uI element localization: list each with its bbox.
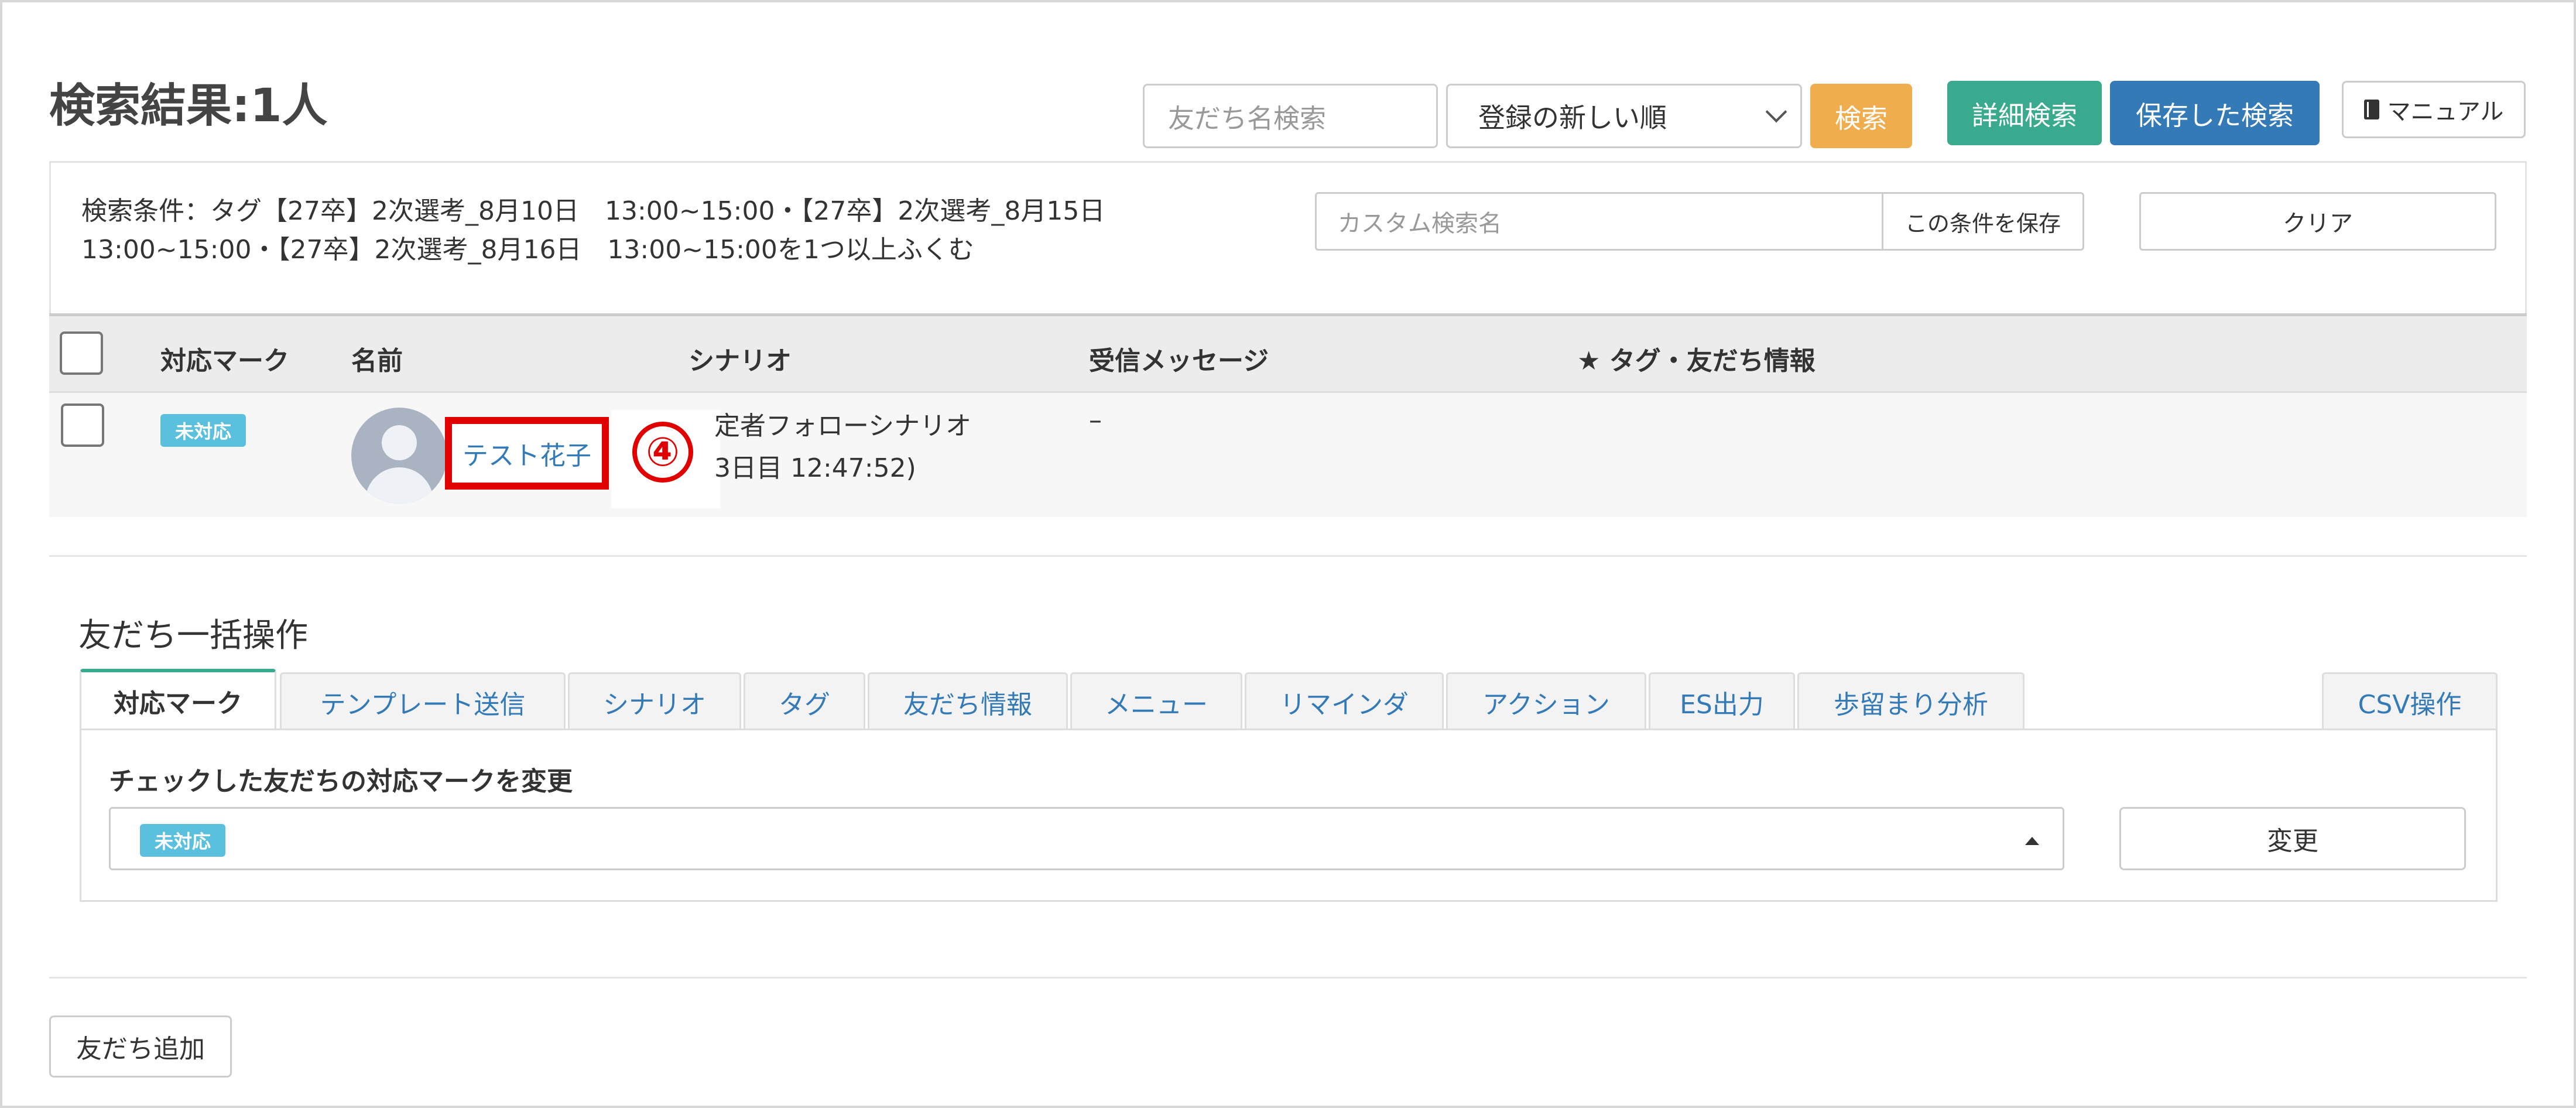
scenario-progress: 3日目 12:47:52) [714,453,916,483]
sort-order-select[interactable]: 登録の新しい順 [1446,84,1802,148]
tab-yield-analysis[interactable]: 歩留まり分析 [1797,672,2025,730]
divider [49,555,2527,557]
chevron-down-icon [1765,101,1787,123]
tab-reminder[interactable]: リマインダ [1245,672,1444,730]
add-friend-button[interactable]: 友だち追加 [49,1015,232,1078]
mark-select[interactable]: 未対応 [109,807,2064,870]
tab-csv[interactable]: CSV操作 [2322,672,2498,730]
manual-button[interactable]: マニュアル [2342,81,2526,138]
condition-line-2: 13:00~15:00・【27卒】2次選考_8月16日 13:00~15:00を… [81,235,974,265]
panel-label: チェックした友だちの対応マークを変更 [109,767,573,796]
selected-mark-badge: 未対応 [140,824,225,857]
tab-friend-info[interactable]: 友だち情報 [868,672,1068,730]
friend-name-search-input[interactable]: 友だち名検索 [1143,84,1438,148]
header-scenario: シナリオ [688,346,792,376]
bulk-operation-tabs: 対応マーク テンプレート送信 シナリオ タグ 友だち情報 メニュー リマインダ … [80,669,2498,730]
tab-action[interactable]: アクション [1446,672,1646,730]
message-cell: – [1089,405,1102,435]
sort-order-value: 登録の新しい順 [1478,102,1667,134]
header-tags: ★ タグ・友だち情報 [1577,346,1815,376]
tab-template-send[interactable]: テンプレート送信 [280,672,566,730]
page-title: 検索結果:1人 [49,80,328,132]
clear-button[interactable]: クリア [2139,192,2496,251]
saved-search-button[interactable]: 保存した検索 [2110,81,2320,145]
detail-search-button[interactable]: 詳細検索 [1947,81,2102,145]
annotation-marker: ④ [632,422,693,483]
tab-menu[interactable]: メニュー [1070,672,1242,730]
table-header: 対応マーク 名前 シナリオ 受信メッセージ ★ タグ・友だち情報 [49,313,2527,393]
tab-mark[interactable]: 対応マーク [80,669,276,730]
header-name: 名前 [351,346,403,376]
search-condition-text: 検索条件：タグ【27卒】2次選考_8月10日 13:00~15:00・【27卒】… [81,192,1252,269]
header-mark: 対応マーク [160,346,289,376]
scenario-cell: 定者フォローシナリオ 3日目 12:47:52) [714,405,971,490]
row-checkbox[interactable] [61,403,104,447]
search-button[interactable]: 検索 [1810,84,1912,148]
change-button[interactable]: 変更 [2119,807,2466,870]
header-message: 受信メッセージ [1089,346,1269,376]
condition-line-1: 検索条件：タグ【27卒】2次選考_8月10日 13:00~15:00・【27卒】… [81,196,1105,226]
status-badge: 未対応 [160,414,246,447]
manual-label: マニュアル [2387,98,2504,125]
divider [49,977,2527,979]
friend-name-link[interactable]: テスト花子 [445,417,609,490]
avatar [351,408,447,504]
bulk-operations-title: 友だち一括操作 [78,617,308,655]
tab-tag[interactable]: タグ [744,672,865,730]
book-icon [2363,100,2379,119]
save-condition-button[interactable]: この条件を保存 [1882,192,2084,251]
scenario-name: 定者フォローシナリオ [714,411,972,441]
tab-scenario[interactable]: シナリオ [568,672,741,730]
select-all-checkbox[interactable] [60,331,103,375]
custom-search-name-input[interactable]: カスタム検索名 [1315,192,1883,251]
tab-es-export[interactable]: ES出力 [1649,672,1795,730]
caret-up-icon [2025,837,2039,845]
